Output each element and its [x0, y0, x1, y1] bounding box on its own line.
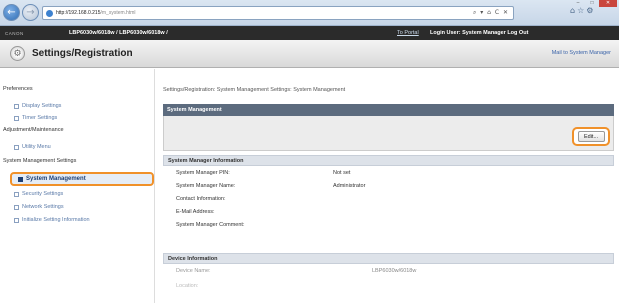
bullet-icon: [14, 191, 19, 197]
sidebar-group-preferences: Preferences: [3, 86, 33, 92]
sidebar-item-label: Initialize Setting Information: [22, 217, 90, 223]
sidebar-item-label: Network Settings: [22, 204, 64, 210]
field-label-location: Location:: [176, 283, 199, 289]
sidebar-item-label: Timer Settings: [22, 115, 58, 121]
panel-body: [163, 116, 614, 151]
field-label-pin: System Manager PIN:: [176, 170, 230, 176]
edit-button[interactable]: Edit...: [577, 131, 605, 142]
panel-title: System Management: [163, 104, 614, 116]
forward-arrow-icon[interactable]: →: [22, 4, 39, 21]
field-label-email: E-Mail Address:: [176, 209, 215, 215]
sidebar-item-utility-menu[interactable]: Utility Menu: [14, 144, 51, 150]
field-value-pin: Not set: [333, 170, 351, 176]
bullet-icon: [14, 103, 19, 109]
sidebar-item-label: Security Settings: [22, 191, 64, 197]
edit-button-highlight: Edit...: [572, 127, 610, 146]
sidebar-item-timer-settings[interactable]: Timer Settings: [14, 115, 57, 121]
sidebar-item-network-settings[interactable]: Network Settings: [14, 204, 64, 210]
url-path: /m_system.html: [100, 10, 136, 16]
sidebar-item-system-management[interactable]: System Management: [10, 172, 154, 186]
sidebar: Preferences Display Settings Timer Setti…: [0, 69, 155, 303]
back-arrow-icon[interactable]: ←: [3, 4, 20, 21]
bullet-icon: [18, 176, 23, 182]
login-user-status[interactable]: Login User: System Manager Log Out: [430, 30, 528, 36]
section-header-device-info: Device Information: [163, 253, 614, 264]
sidebar-item-label: System Management: [26, 176, 86, 182]
browser-toolbar-icons[interactable]: ⌂☆⚙: [570, 6, 595, 15]
window-controls: – □ ✕: [571, 0, 617, 7]
sidebar-group-system-management-settings: System Management Settings: [3, 158, 77, 164]
field-label-comment: System Manager Comment:: [176, 222, 245, 228]
close-icon[interactable]: ✕: [599, 0, 617, 7]
address-bar[interactable]: http://192.168.0.215 /m_system.html ⌕ ▾ …: [42, 6, 514, 20]
address-tools[interactable]: ⌕ ▾ ⌂ C ✕: [473, 9, 509, 17]
field-label-name: System Manager Name:: [176, 183, 236, 189]
page-title: Settings/Registration: [32, 48, 133, 59]
bullet-icon: [14, 144, 19, 150]
field-label-contact: Contact Information:: [176, 196, 226, 202]
url-host: http://192.168.0.215: [56, 10, 101, 16]
mail-to-system-manager-link[interactable]: Mail to System Manager: [552, 50, 611, 56]
field-value-name: Administrator: [333, 183, 366, 189]
sidebar-item-initialize-setting-information[interactable]: Initialize Setting Information: [14, 217, 90, 223]
sidebar-item-label: Utility Menu: [22, 144, 51, 150]
bullet-icon: [14, 204, 19, 210]
site-favicon-icon: [46, 9, 53, 17]
bullet-icon: [14, 217, 19, 223]
browser-chrome: ← → http://192.168.0.215 /m_system.html …: [0, 0, 619, 26]
page-titlebar: ⚙ Settings/Registration Mail to System M…: [0, 40, 619, 68]
field-value-device-name: LBP6030w/6018w: [372, 268, 417, 274]
sidebar-item-label: Display Settings: [22, 103, 62, 109]
maximize-icon[interactable]: □: [585, 0, 599, 7]
sidebar-item-security-settings[interactable]: Security Settings: [14, 191, 63, 197]
settings-gear-icon: ⚙: [10, 46, 25, 61]
sidebar-group-adjustment-maintenance: Adjustment/Maintenance: [3, 127, 64, 133]
device-header: CANON LBP6030w/6018w / LBP6030w/6018w / …: [0, 26, 619, 40]
brand-logo: CANON: [5, 30, 24, 36]
device-title: LBP6030w/6018w / LBP6030w/6018w /: [69, 30, 168, 36]
bullet-icon: [14, 115, 19, 121]
field-label-device-name: Device Name:: [176, 268, 211, 274]
to-portal-link[interactable]: To Portal: [397, 30, 419, 36]
sidebar-item-display-settings[interactable]: Display Settings: [14, 103, 61, 109]
minimize-icon[interactable]: –: [571, 0, 585, 7]
breadcrumb: Settings/Registration: System Management…: [163, 87, 346, 93]
section-header-system-manager-info: System Manager Information: [163, 155, 614, 166]
